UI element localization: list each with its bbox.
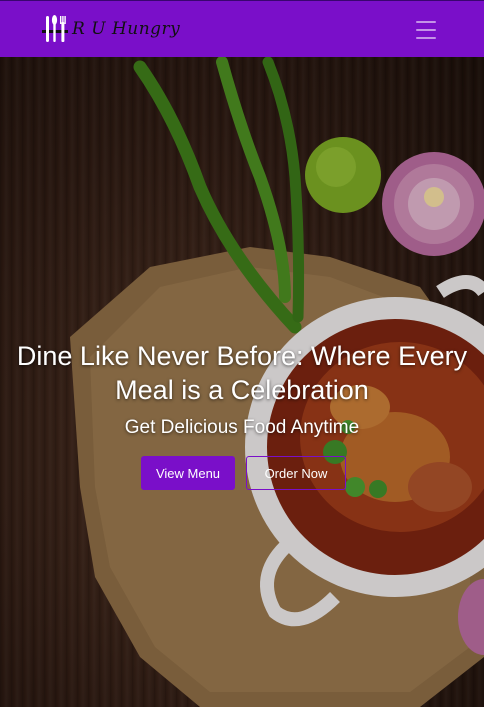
hero-title: Dine Like Never Before: Where Every Meal… bbox=[16, 341, 468, 405]
order-now-button[interactable]: Order Now bbox=[246, 456, 346, 490]
cutlery-logo-icon bbox=[42, 15, 68, 42]
brand-link[interactable]: R U Hungry bbox=[42, 13, 180, 45]
hero-subtitle: Get Delicious Food Anytime bbox=[124, 417, 360, 438]
brand-name: R U Hungry bbox=[72, 19, 181, 39]
navbar: R U Hungry bbox=[0, 0, 484, 57]
view-menu-button[interactable]: View Menu bbox=[141, 456, 235, 490]
hamburger-menu-icon[interactable] bbox=[410, 17, 442, 43]
hero-section: Dine Like Never Before: Where Every Meal… bbox=[0, 57, 484, 707]
